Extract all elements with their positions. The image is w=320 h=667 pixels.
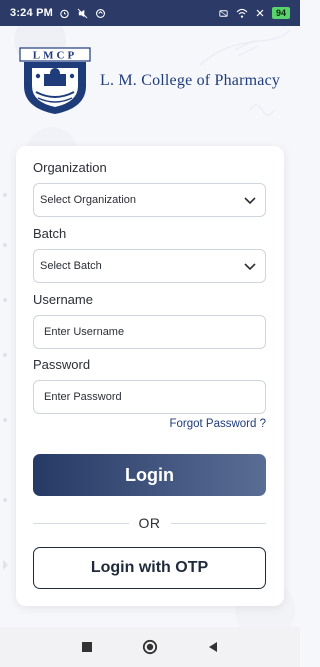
divider-line <box>170 522 266 524</box>
login-with-otp-button[interactable]: Login with OTP <box>33 547 266 589</box>
or-divider: OR <box>33 515 266 531</box>
username-label: Username <box>33 292 93 307</box>
home-circle-icon[interactable] <box>141 638 159 656</box>
forgot-password-link[interactable]: Forgot Password ? <box>16 418 266 430</box>
status-left: 3:24 PM <box>10 7 107 19</box>
login-button[interactable]: Login <box>33 454 266 496</box>
logo-crest-icon: LMCP <box>19 47 91 114</box>
battery-icon: 94 <box>271 7 290 19</box>
android-nav-bar <box>0 627 300 667</box>
mute-icon <box>77 7 89 19</box>
username-placeholder: Enter Username <box>44 326 125 338</box>
sync-icon <box>95 7 107 19</box>
x-icon <box>254 7 266 19</box>
or-text: OR <box>138 515 161 531</box>
college-name: L. M. College of Pharmacy <box>100 72 281 89</box>
batch-select[interactable]: Select Batch <box>33 249 266 283</box>
college-header: LMCP L. M. College of Pharmacy <box>18 46 288 116</box>
password-input[interactable]: Enter Password <box>33 380 266 414</box>
chevron-down-icon <box>243 193 257 207</box>
login-card: Organization Select Organization Batch S… <box>16 146 284 606</box>
organization-label: Organization <box>33 160 107 175</box>
college-logo: LMCP <box>18 46 92 116</box>
chevron-down-icon <box>243 259 257 273</box>
wifi-icon <box>236 7 248 19</box>
status-time: 3:24 PM <box>10 7 53 19</box>
status-bar: 3:24 PM 94 <box>0 0 300 26</box>
svg-text:LMCP: LMCP <box>33 50 77 62</box>
password-placeholder: Enter Password <box>44 391 122 403</box>
batch-select-value: Select Batch <box>40 260 102 272</box>
back-triangle-icon[interactable] <box>204 638 222 656</box>
alarm-icon <box>59 7 71 19</box>
divider-line <box>33 522 129 524</box>
username-input[interactable]: Enter Username <box>33 315 266 349</box>
password-label: Password <box>33 357 91 372</box>
batch-label: Batch <box>33 226 67 241</box>
notification-icon <box>218 7 230 19</box>
status-right: 94 <box>218 7 290 19</box>
organization-select[interactable]: Select Organization <box>33 183 266 217</box>
organization-select-value: Select Organization <box>40 194 136 206</box>
recents-square-icon[interactable] <box>78 638 96 656</box>
